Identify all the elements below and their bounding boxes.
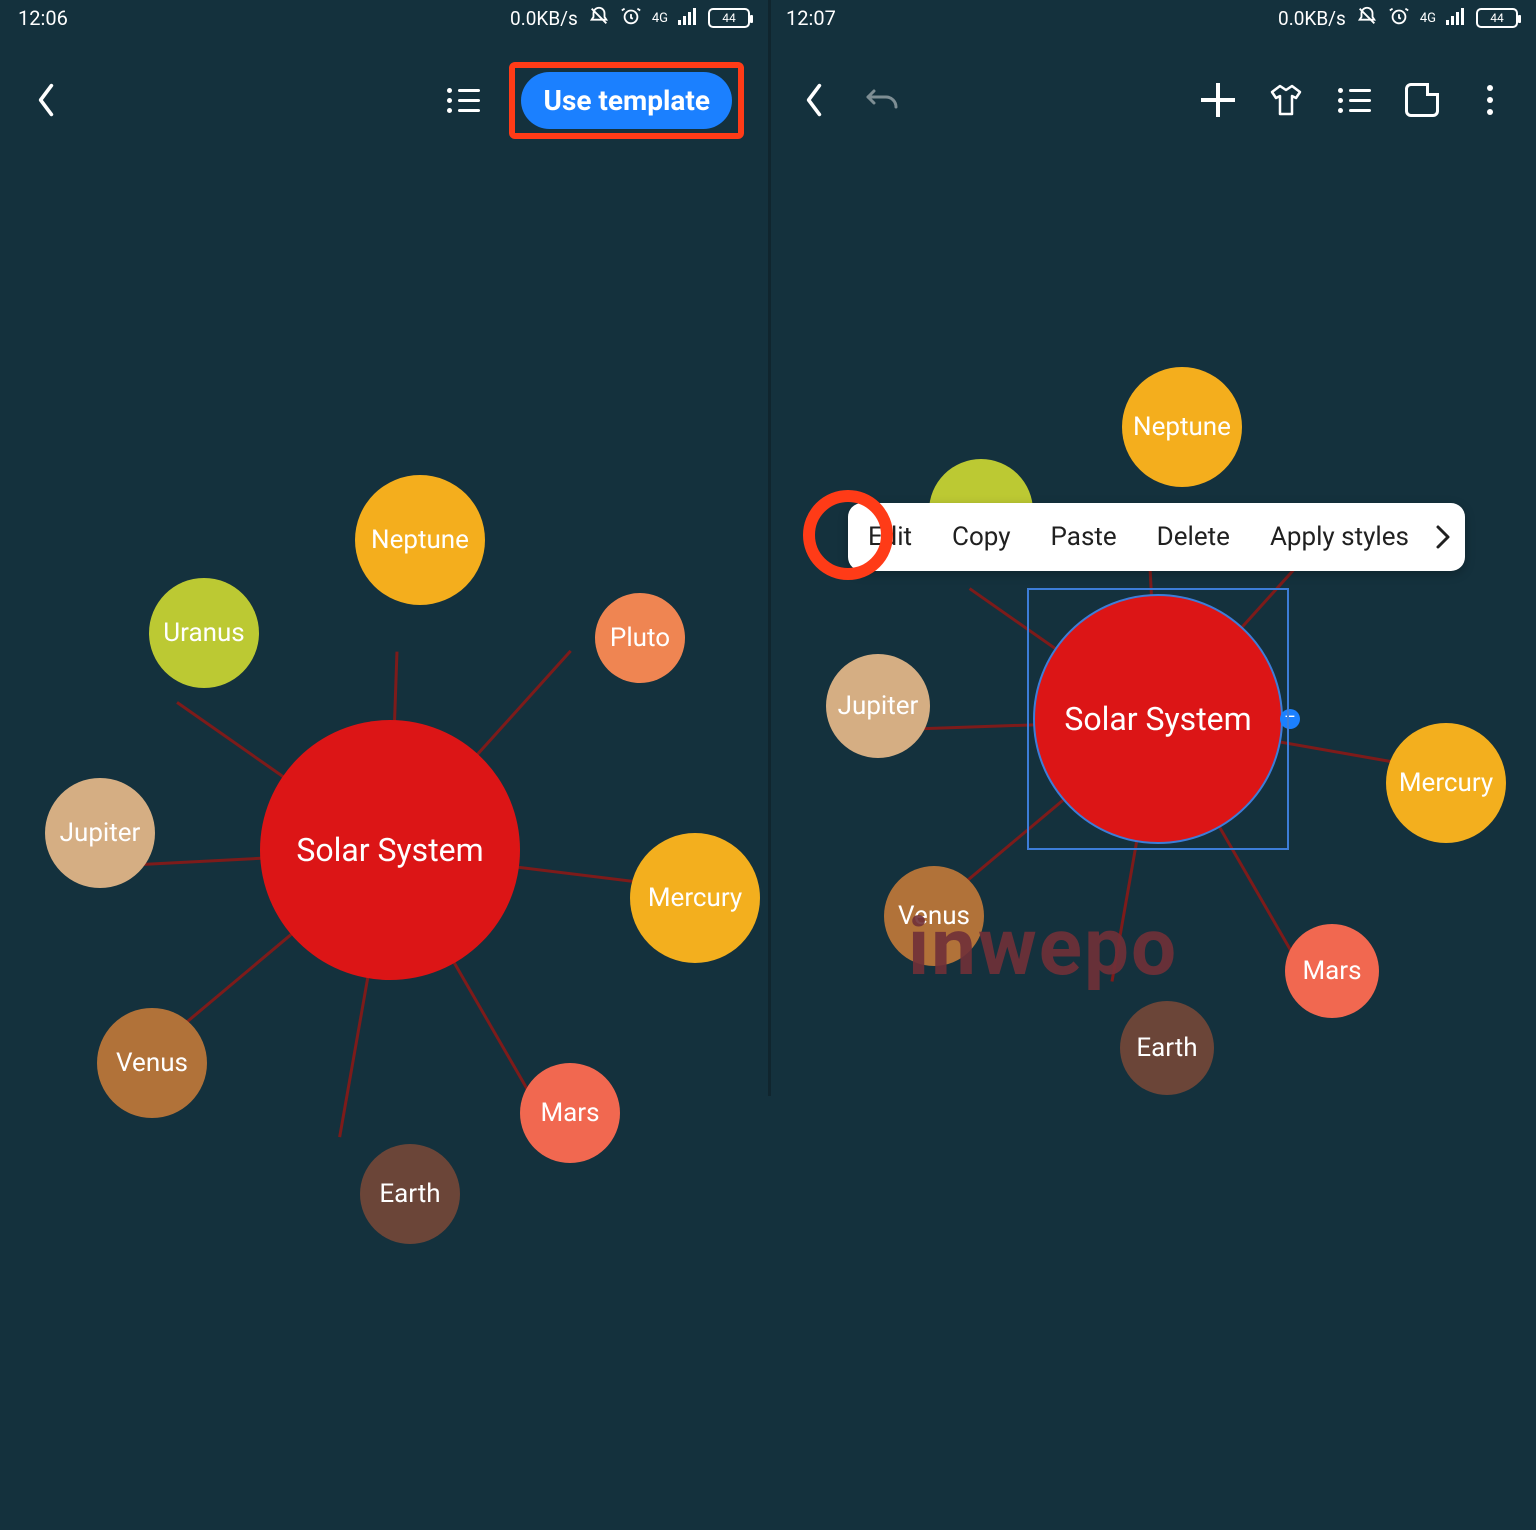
node-mercury[interactable]: Mercury — [1386, 723, 1506, 843]
node-pluto[interactable]: Pluto — [595, 593, 685, 683]
ctx-copy[interactable]: Copy — [932, 503, 1031, 571]
node-mars[interactable]: Mars — [520, 1063, 620, 1163]
node-neptune[interactable]: Neptune — [355, 475, 485, 605]
node-earth[interactable]: Earth — [360, 1144, 460, 1244]
add-child-handle[interactable]: – — [1280, 709, 1300, 729]
blank-area — [0, 1096, 1536, 1536]
watermark: inwepo — [908, 900, 1178, 994]
bottom-edge — [0, 1530, 1536, 1536]
context-menu: Edit Copy Paste Delete Apply styles — [848, 503, 1465, 571]
ctx-more[interactable] — [1429, 503, 1465, 571]
edit-highlight-ring — [803, 490, 893, 580]
ctx-delete[interactable]: Delete — [1137, 503, 1250, 571]
node-center-label: Solar System — [1064, 700, 1251, 738]
node-uranus[interactable]: Uranus — [149, 578, 259, 688]
node-venus[interactable]: Venus — [97, 1008, 207, 1118]
ctx-apply[interactable]: Apply styles — [1250, 503, 1429, 571]
node-mercury[interactable]: Mercury — [630, 833, 760, 963]
node-center-selected[interactable]: Solar System – — [1033, 594, 1283, 844]
node-mars[interactable]: Mars — [1285, 924, 1379, 1018]
node-center[interactable]: Solar System — [260, 720, 520, 980]
node-jupiter[interactable]: Jupiter — [45, 778, 155, 888]
node-jupiter[interactable]: Jupiter — [826, 654, 930, 758]
ctx-paste[interactable]: Paste — [1031, 503, 1137, 571]
node-earth[interactable]: Earth — [1120, 1001, 1214, 1095]
node-neptune[interactable]: Neptune — [1122, 367, 1242, 487]
